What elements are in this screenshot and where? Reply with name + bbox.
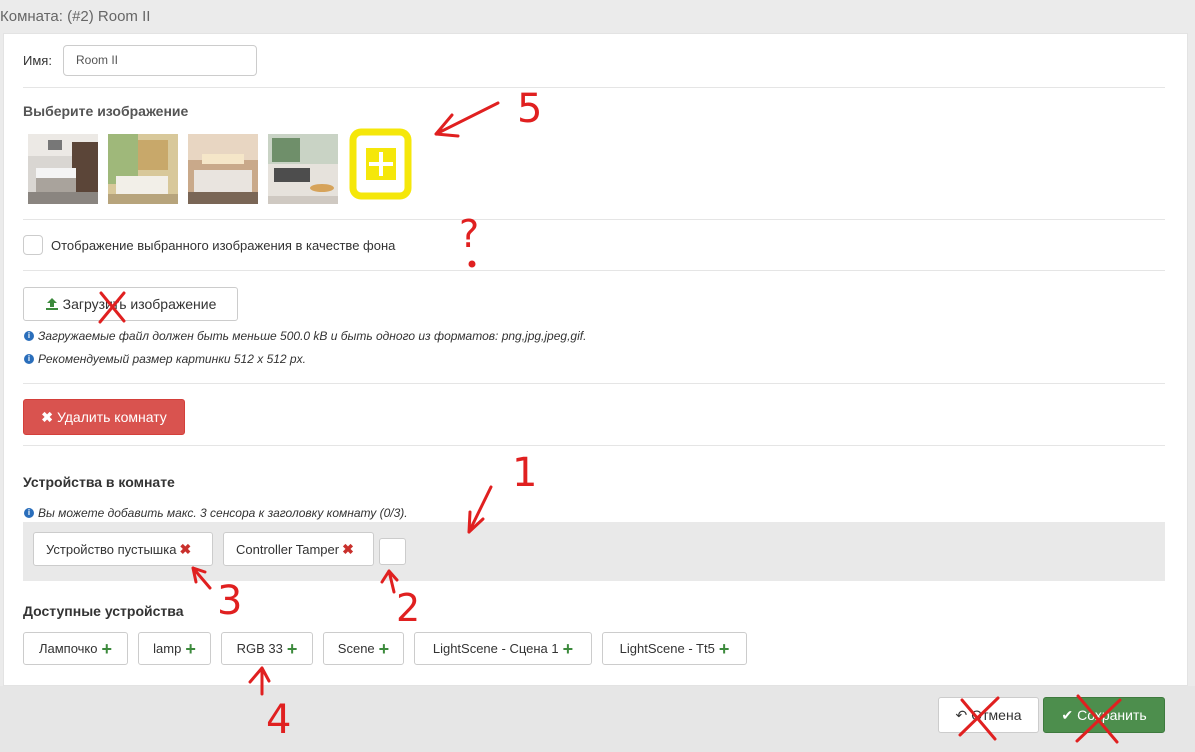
info-icon: i — [24, 508, 34, 518]
bathroom-thumbnail[interactable] — [108, 134, 178, 204]
upload-help-resolution-text: Рекомендуемый размер картинки 512 x 512 … — [38, 352, 306, 366]
bedroom-thumbnail[interactable] — [188, 134, 258, 204]
room-device-tag[interactable]: Устройство пустышка ✖ — [33, 532, 213, 566]
available-device-label: LightScene - Tt5 — [619, 641, 715, 656]
kitchen-image-icon — [28, 134, 98, 204]
remove-icon[interactable]: ✖ — [179, 541, 191, 558]
background-checkbox-label: Отображение выбранного изображения в кач… — [51, 238, 396, 253]
available-device-button[interactable]: Scene + — [323, 632, 404, 665]
available-device-button[interactable]: RGB 33 + — [221, 632, 313, 665]
delete-room-button[interactable]: ✖ Удалить комнату — [23, 399, 185, 435]
cancel-label: Отмена — [971, 707, 1022, 723]
upload-help-size: i Загружаемые файл должен быть меньше 50… — [24, 329, 586, 343]
annotation-number-1: 1 — [512, 450, 538, 496]
page-title: Комната: (#2) Room II — [0, 8, 151, 25]
annotation-number-2: 2 — [396, 586, 421, 630]
add-icon: + — [562, 638, 574, 659]
available-device-button[interactable]: lamp + — [138, 632, 211, 665]
info-icon: i — [24, 331, 34, 341]
upload-help-resolution: i Рекомендуемый размер картинки 512 x 51… — [24, 352, 306, 366]
upload-button-label: Загрузить изображение — [62, 296, 217, 312]
save-button[interactable]: ✔ Сохранить — [1043, 697, 1165, 733]
room-device-tag[interactable]: Controller Tamper ✖ — [223, 532, 374, 566]
upload-help-size-text: Загружаемые файл должен быть меньше 500.… — [38, 329, 587, 343]
kitchen-thumbnail[interactable] — [28, 134, 98, 204]
divider — [23, 219, 1165, 220]
remove-icon[interactable]: ✖ — [342, 541, 354, 558]
bathroom-image-icon — [108, 134, 178, 204]
annotation-question: ? — [459, 212, 480, 256]
room-editor: Комната: (#2) Room II Имя: Room II Выбер… — [0, 0, 1195, 752]
add-icon: + — [185, 638, 196, 659]
info-icon: i — [24, 354, 34, 364]
available-devices-heading: Доступные устройства — [23, 603, 184, 619]
background-checkbox[interactable] — [23, 235, 43, 255]
room-device-label: Устройство пустышка — [46, 541, 177, 557]
name-input[interactable]: Room II — [63, 45, 257, 76]
available-device-label: lamp — [153, 641, 182, 656]
check-icon: ✔ — [1061, 706, 1074, 723]
save-label: Сохранить — [1077, 707, 1147, 723]
header-sensor-checkbox[interactable] — [379, 538, 406, 565]
room-device-label: Controller Tamper — [236, 541, 340, 557]
add-icon: + — [718, 638, 730, 659]
living-room-image-icon — [268, 134, 338, 204]
devices-in-room-heading: Устройства в комнате — [23, 474, 175, 490]
divider — [23, 445, 1165, 446]
close-icon: ✖ — [41, 408, 53, 425]
divider — [23, 270, 1165, 271]
available-device-label: RGB 33 — [236, 641, 283, 656]
living-room-thumbnail[interactable] — [268, 134, 338, 204]
upload-icon — [45, 298, 58, 310]
divider — [23, 87, 1165, 88]
add-icon: + — [101, 638, 113, 659]
available-device-label: Лампочко — [38, 641, 98, 656]
undo-icon: ↶ — [955, 706, 968, 723]
divider — [23, 383, 1165, 384]
available-device-button[interactable]: LightScene - Сцена 1 + — [414, 632, 592, 665]
devices-in-room-help-text: Вы можете добавить макс. 3 сенсора к заг… — [38, 506, 408, 520]
add-icon: + — [378, 638, 390, 659]
add-icon: + — [286, 638, 298, 659]
available-device-label: LightScene - Сцена 1 — [432, 641, 559, 656]
available-device-button[interactable]: Лампочко + — [23, 632, 128, 665]
annotation-number-5: 5 — [517, 86, 543, 132]
upload-image-button[interactable]: Загрузить изображение — [23, 287, 238, 321]
choose-image-heading: Выберите изображение — [23, 103, 189, 119]
bedroom-image-icon — [188, 134, 258, 204]
delete-room-label: Удалить комнату — [56, 409, 167, 425]
annotation-number-4: 4 — [266, 697, 292, 743]
cancel-button[interactable]: ↶ Отмена — [938, 697, 1039, 733]
devices-in-room-help: i Вы можете добавить макс. 3 сенсора к з… — [24, 506, 408, 520]
name-label: Имя: — [23, 53, 52, 68]
available-device-label: Scene — [337, 641, 375, 656]
annotation-number-3: 3 — [217, 578, 243, 624]
available-device-button[interactable]: LightScene - Tt5 + — [602, 632, 747, 665]
